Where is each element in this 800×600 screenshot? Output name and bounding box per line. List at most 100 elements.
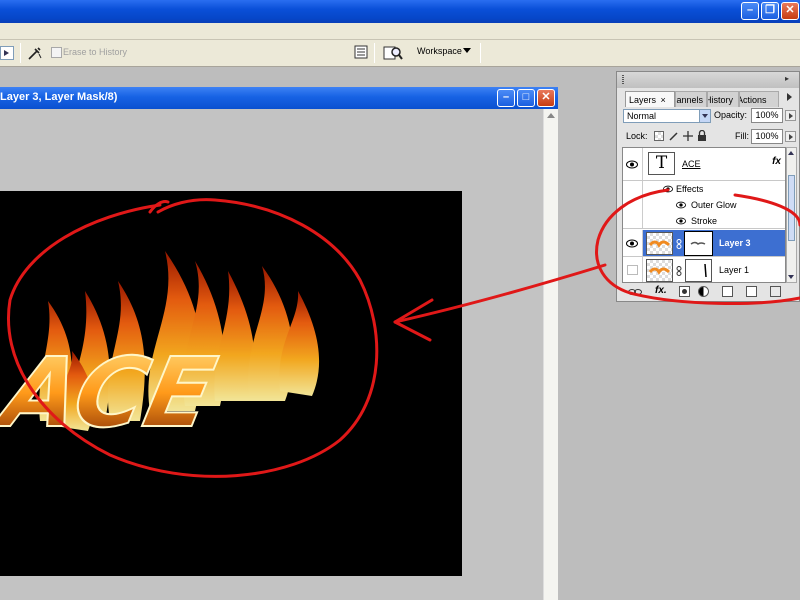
scrollbar-thumb[interactable] [788,175,795,241]
visibility-cell [623,213,643,228]
canvas-area[interactable]: ACE [0,109,543,600]
layer-thumbnail[interactable] [646,259,673,282]
workspace-button[interactable]: Workspace [417,46,462,56]
lock-all-icon[interactable] [696,130,708,142]
blend-mode-value: Normal [627,111,657,121]
layer-name[interactable]: Layer 3 [719,238,751,248]
layers-panel-footer: fx. [622,285,797,299]
tab-label: Layers [629,95,657,105]
layer-list-scrollbar[interactable] [786,147,797,283]
tab-actions[interactable]: Actions [739,91,779,107]
fill-slider-toggle-icon[interactable] [785,131,796,142]
effect-name: Outer Glow [691,200,737,210]
tab-label: Channels [676,95,704,105]
tab-history[interactable]: History [707,91,739,107]
app-titlebar: – ❐ ✕ [0,0,800,23]
visibility-cell[interactable] [623,257,643,282]
lock-position-icon[interactable] [682,130,694,142]
opacity-input[interactable]: 100% [751,108,783,123]
new-layer-icon[interactable] [746,286,757,297]
maximize-icon[interactable]: □ [517,89,535,107]
lock-transparency-icon[interactable] [654,131,664,141]
minimize-icon[interactable]: – [497,89,515,107]
layer-thumbnail[interactable] [646,232,673,255]
document-vertical-scrollbar[interactable] [543,109,558,600]
eye-icon[interactable] [676,201,686,209]
close-icon[interactable]: ✕ [781,2,799,20]
airbrush-icon[interactable] [27,45,43,61]
visibility-cell [623,197,643,213]
effects-label: Effects [676,184,704,194]
new-adjustment-layer-icon[interactable] [698,286,709,297]
eye-icon[interactable] [626,239,638,248]
effect-row-stroke[interactable]: Stroke [623,213,785,229]
scroll-up-icon[interactable] [788,151,794,155]
brush-preset-dropdown[interactable] [0,46,14,60]
grip-icon [622,75,624,84]
blend-mode-select[interactable]: Normal [623,109,711,123]
fx-icon[interactable]: fx [772,156,781,167]
eye-icon[interactable] [663,185,673,193]
file-browser-icon[interactable] [383,44,403,62]
close-icon[interactable]: ✕ [537,89,555,107]
tab-label: History [707,95,734,105]
new-group-icon[interactable] [722,286,733,297]
fill-label: Fill: [735,131,749,141]
layer-effects-row[interactable]: Effects [623,181,785,197]
document-titlebar[interactable]: Layer 3, Layer Mask/8) – □ ✕ [0,87,558,109]
ace-text: ACE [0,336,225,450]
eye-icon[interactable] [626,160,638,169]
layer-name[interactable]: ACE [682,159,701,169]
visibility-cell [623,181,643,197]
palette-well-icon[interactable] [354,45,368,59]
layer-mask-thumbnail[interactable] [684,231,713,256]
fire-text-artwork: ACE [0,251,320,450]
ace-text-label: ACE [0,337,224,449]
hidden-visibility-box[interactable] [627,265,638,275]
erase-to-history-checkbox[interactable] [51,47,62,58]
link-icon[interactable] [676,266,682,276]
tab-layers[interactable]: Layers × [625,91,675,107]
restore-icon[interactable]: ❐ [761,2,779,20]
options-divider [20,43,21,63]
lock-pixels-icon[interactable] [668,130,680,142]
link-layers-icon[interactable] [628,287,642,297]
options-divider [480,43,481,63]
add-layer-style-icon[interactable]: fx. [655,285,667,296]
chevron-down-icon[interactable] [699,110,710,122]
effect-name: Stroke [691,216,718,226]
panel-dock-handle[interactable] [616,71,800,88]
minimize-icon[interactable]: – [741,2,759,20]
opacity-slider-toggle-icon[interactable] [785,110,796,121]
chevron-down-icon[interactable] [463,48,471,53]
visibility-cell[interactable] [623,230,643,256]
layer-row-layer-1[interactable]: Layer 1 [623,257,785,282]
visibility-cell[interactable] [623,148,643,180]
layers-panel: Layers × Channels History Actions Normal… [616,88,800,302]
opacity-label: Opacity: [714,110,748,120]
layer-name[interactable]: Layer 1 [719,265,749,275]
fill-input[interactable]: 100% [751,129,783,144]
tab-close-icon[interactable]: × [661,95,666,105]
text-layer-thumbnail: T [648,152,675,175]
trash-icon[interactable] [770,286,781,297]
panel-collapse-icon[interactable]: ▸ [785,75,793,83]
tool-options-bar: Erase to History Workspace [0,40,800,67]
scroll-up-icon[interactable] [547,113,555,118]
layer-row-ace[interactable]: T ACE fx [623,148,785,181]
scroll-down-icon[interactable] [788,275,794,279]
tab-label: Actions [739,95,767,105]
effect-row-outer-glow[interactable]: Outer Glow [623,197,785,213]
add-layer-mask-icon[interactable] [679,286,690,297]
tab-channels[interactable]: Channels [675,91,707,107]
panel-menu-icon[interactable] [787,93,792,101]
eye-icon[interactable] [676,217,686,225]
layer-mask-thumbnail[interactable] [685,259,712,282]
canvas-image[interactable]: ACE [0,191,462,576]
erase-to-history-label: Erase to History [63,47,128,57]
layer-row-layer-3[interactable]: Layer 3 [623,230,785,257]
menu-bar-strip [0,23,800,40]
options-divider [374,43,375,63]
link-icon[interactable] [676,239,682,249]
lock-label: Lock: [626,131,648,141]
